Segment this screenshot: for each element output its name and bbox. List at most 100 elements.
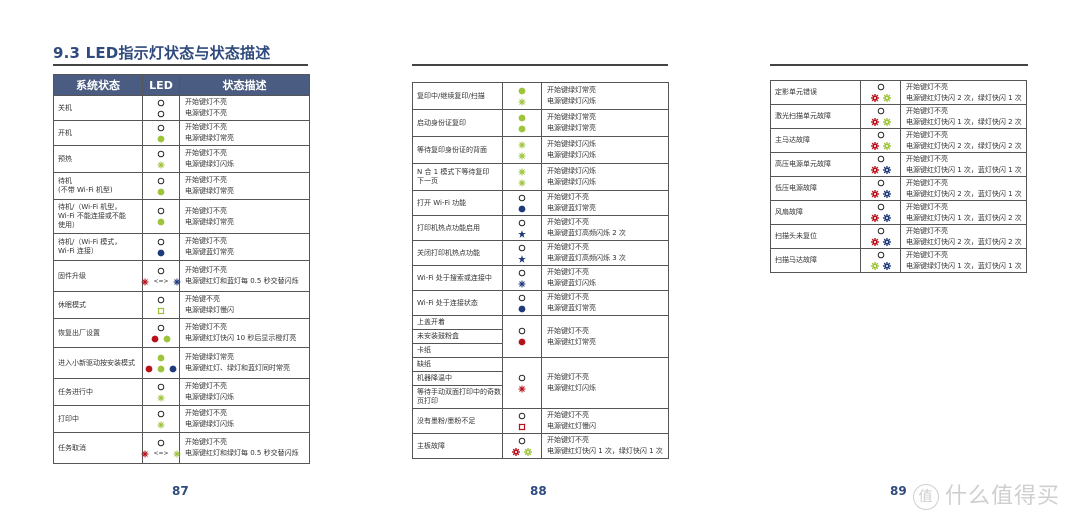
led-row — [157, 149, 165, 159]
header-system-state: 系统状态 — [53, 74, 143, 96]
red-led-fast-blink-icon — [870, 94, 879, 102]
led-status-table-87: 系统状态 LED 状态描述 关机 开始键灯不亮 电源键灯不亮 开机 开始键灯不亮 电源键绿… — [53, 74, 310, 464]
start-key-status: 开始键灯不亮 — [547, 326, 589, 335]
power-key-status: 电源键灯不亮 — [185, 109, 227, 117]
table-row: 任务取消 <=> 开始键灯不亮 电源键红灯和绿灯每 0.5 秒交替闪烁 — [53, 432, 310, 464]
description-cell: 开始键绿灯常亮 电源键红灯、绿灯和蓝灯同时常亮 — [179, 347, 310, 379]
led-cell — [142, 378, 180, 406]
led-row — [518, 326, 526, 336]
led-cell — [502, 136, 542, 164]
red-led-fast-blink-icon — [870, 142, 879, 150]
power-key-status: 电源键绿灯闪烁 — [547, 178, 596, 186]
power-key-status: 电源键绿灯闪烁 — [185, 393, 234, 401]
table-row: Wi-Fi 处于搜索或连接中 开始键灯不亮 电源键蓝灯闪烁 — [412, 265, 669, 291]
led-row — [518, 140, 526, 150]
table-row: 上盖开着 开始键灯不亮 电源键红灯常亮 — [412, 315, 669, 358]
blue-led-solid-icon — [518, 305, 526, 313]
table-row: 待机 (不带 Wi-Fi 机型) 开始键灯不亮 电源键绿灯常亮 — [53, 172, 310, 200]
led-cell — [860, 176, 901, 201]
table-row: 打印中 开始键灯不亮 电源键绿灯闪烁 — [53, 405, 310, 433]
red-led-fast-blink-icon — [870, 166, 879, 174]
table-row: 关机 开始键灯不亮 电源键灯不亮 — [53, 95, 310, 121]
table-row: 打印机热点功能启用 开始键灯不亮 电源键蓝灯高频闪烁 2 次 — [412, 215, 669, 241]
green-led-slow-blink-icon — [157, 307, 165, 315]
start-key-status: 开始键灯不亮 — [547, 243, 589, 251]
led-cell — [860, 80, 901, 105]
description-cell: 开始键灯不亮 电源键红灯慢闪 — [541, 408, 669, 434]
led-off-icon — [157, 177, 165, 185]
system-state-cell: 启动身份证复印 — [412, 109, 503, 137]
power-key-status: 电源键红灯快闪 1 次，绿灯快闪 2 次 — [906, 117, 1022, 126]
system-state-cell: 等待复印身份证的背面 — [412, 136, 503, 164]
led-off-icon — [877, 227, 885, 235]
power-key-status: 电源键绿灯闪烁 — [185, 160, 234, 168]
page-87: 9.3 LED指示灯状态与状态描述 系统状态 LED 状态描述 关机 开始键灯不亮… — [0, 0, 360, 521]
led-row — [157, 393, 165, 403]
led-row — [145, 364, 177, 374]
table-row: 主马达故障 开始键灯不亮 电源键红灯快闪 2 次，绿灯快闪 2 次 — [770, 128, 1027, 153]
blue-led-high-freq-blink-icon — [518, 254, 526, 263]
led-off-icon — [877, 203, 885, 211]
led-row — [157, 409, 165, 419]
table-row: 休眠模式 开始键不亮 电源键绿灯慢闪 — [53, 291, 310, 319]
red-led-blink-icon — [141, 450, 149, 458]
led-row — [518, 124, 526, 134]
led-off-icon — [157, 410, 165, 418]
start-key-status: 开始键绿灯常亮 — [185, 353, 234, 361]
green-led-fast-blink-icon — [870, 262, 879, 270]
table-row: 关闭打印机热点功能 开始键灯不亮 电源键蓝灯高频闪烁 3 次 — [412, 240, 669, 266]
led-off-icon — [157, 207, 165, 215]
blue-led-fast-blink-icon — [882, 214, 891, 222]
led-status-table-88: 复印中/继续复印/扫描 开始键绿灯常亮 电源键绿灯闪烁 启动身份证复印 开始键绿灯常亮电… — [412, 82, 669, 459]
power-key-status: 电源键绿灯闪烁 — [547, 151, 596, 159]
led-off-icon — [157, 296, 165, 304]
start-key-status: 开始键绿灯闪烁 — [547, 140, 596, 148]
power-key-status: 电源键红灯快闪 2 次，绿灯快闪 2 次 — [906, 141, 1022, 150]
system-state-cell: 扫描头未复位 — [770, 224, 861, 249]
page-number: 87 — [172, 484, 189, 498]
led-row — [518, 193, 526, 203]
led-row — [870, 117, 891, 127]
start-key-status: 开始键灯不亮 — [185, 323, 227, 331]
start-key-status: 开始键灯不亮 — [185, 409, 227, 417]
system-state-cell: 关闭打印机热点功能 — [412, 240, 503, 266]
table-row: N 合 1 模式下等待复印 下一页 开始键绿灯闪烁 电源键绿灯闪烁 — [412, 163, 669, 191]
power-key-status: 电源键蓝灯闪烁 — [547, 279, 596, 287]
description-cell: 开始键灯不亮 电源键蓝灯常亮 — [179, 233, 310, 261]
led-off-icon — [157, 99, 165, 107]
led-cell — [142, 120, 180, 146]
led-cell — [502, 163, 542, 191]
led-row — [870, 189, 891, 199]
led-cell — [142, 172, 180, 200]
blue-led-fast-blink-icon — [882, 238, 891, 246]
led-off-icon — [518, 219, 526, 227]
system-state-cell: Wi-Fi 处于连接状态 — [412, 290, 503, 316]
power-key-status: 电源键红灯快闪 2 次，蓝灯快闪 2 次 — [906, 237, 1022, 246]
led-cell — [860, 224, 901, 249]
led-row — [518, 113, 526, 123]
blue-led-solid-icon — [518, 205, 526, 213]
led-row — [157, 217, 165, 227]
table-row: 待机/（Wi-Fi 机型， Wi-Fi 不能连接或不能 使用） 开始键灯不亮 电源键… — [53, 199, 310, 234]
system-state-cell: 打印中 — [53, 405, 143, 433]
table-row: 恢复出厂设置 开始键灯不亮 电源键红灯快闪 10 秒后显示橙灯亮 — [53, 318, 310, 348]
led-cell — [142, 318, 180, 348]
system-state-cell: 风扇故障 — [770, 200, 861, 225]
green-led-fast-blink-icon — [882, 118, 891, 126]
power-key-status: 电源键绿灯慢闪 — [185, 306, 234, 314]
start-key-status: 开始键灯不亮 — [906, 130, 948, 139]
green-led-solid-icon — [163, 335, 171, 343]
led-row — [877, 226, 885, 236]
table-row: Wi-Fi 处于连接状态 开始键灯不亮 电源键蓝灯常亮 — [412, 290, 669, 316]
start-key-status: 开始键灯不亮 — [906, 154, 948, 163]
system-state-cell: 恢复出厂设置 — [53, 318, 143, 348]
top-divider — [770, 64, 1028, 66]
led-off-icon — [518, 194, 526, 202]
green-led-fast-blink-icon — [882, 94, 891, 102]
description-cell: 开始键灯不亮 电源键红灯快闪 2 次，蓝灯快闪 1 次 — [900, 176, 1027, 201]
description-cell: 开始键灯不亮 电源键红灯快闪 1 次，蓝灯快闪 2 次 — [900, 200, 1027, 225]
led-row — [157, 98, 165, 108]
led-row — [157, 323, 165, 333]
system-state-cell: 任务进行中 — [53, 378, 143, 406]
description-cell: 开始键不亮 电源键绿灯慢闪 — [179, 291, 310, 319]
